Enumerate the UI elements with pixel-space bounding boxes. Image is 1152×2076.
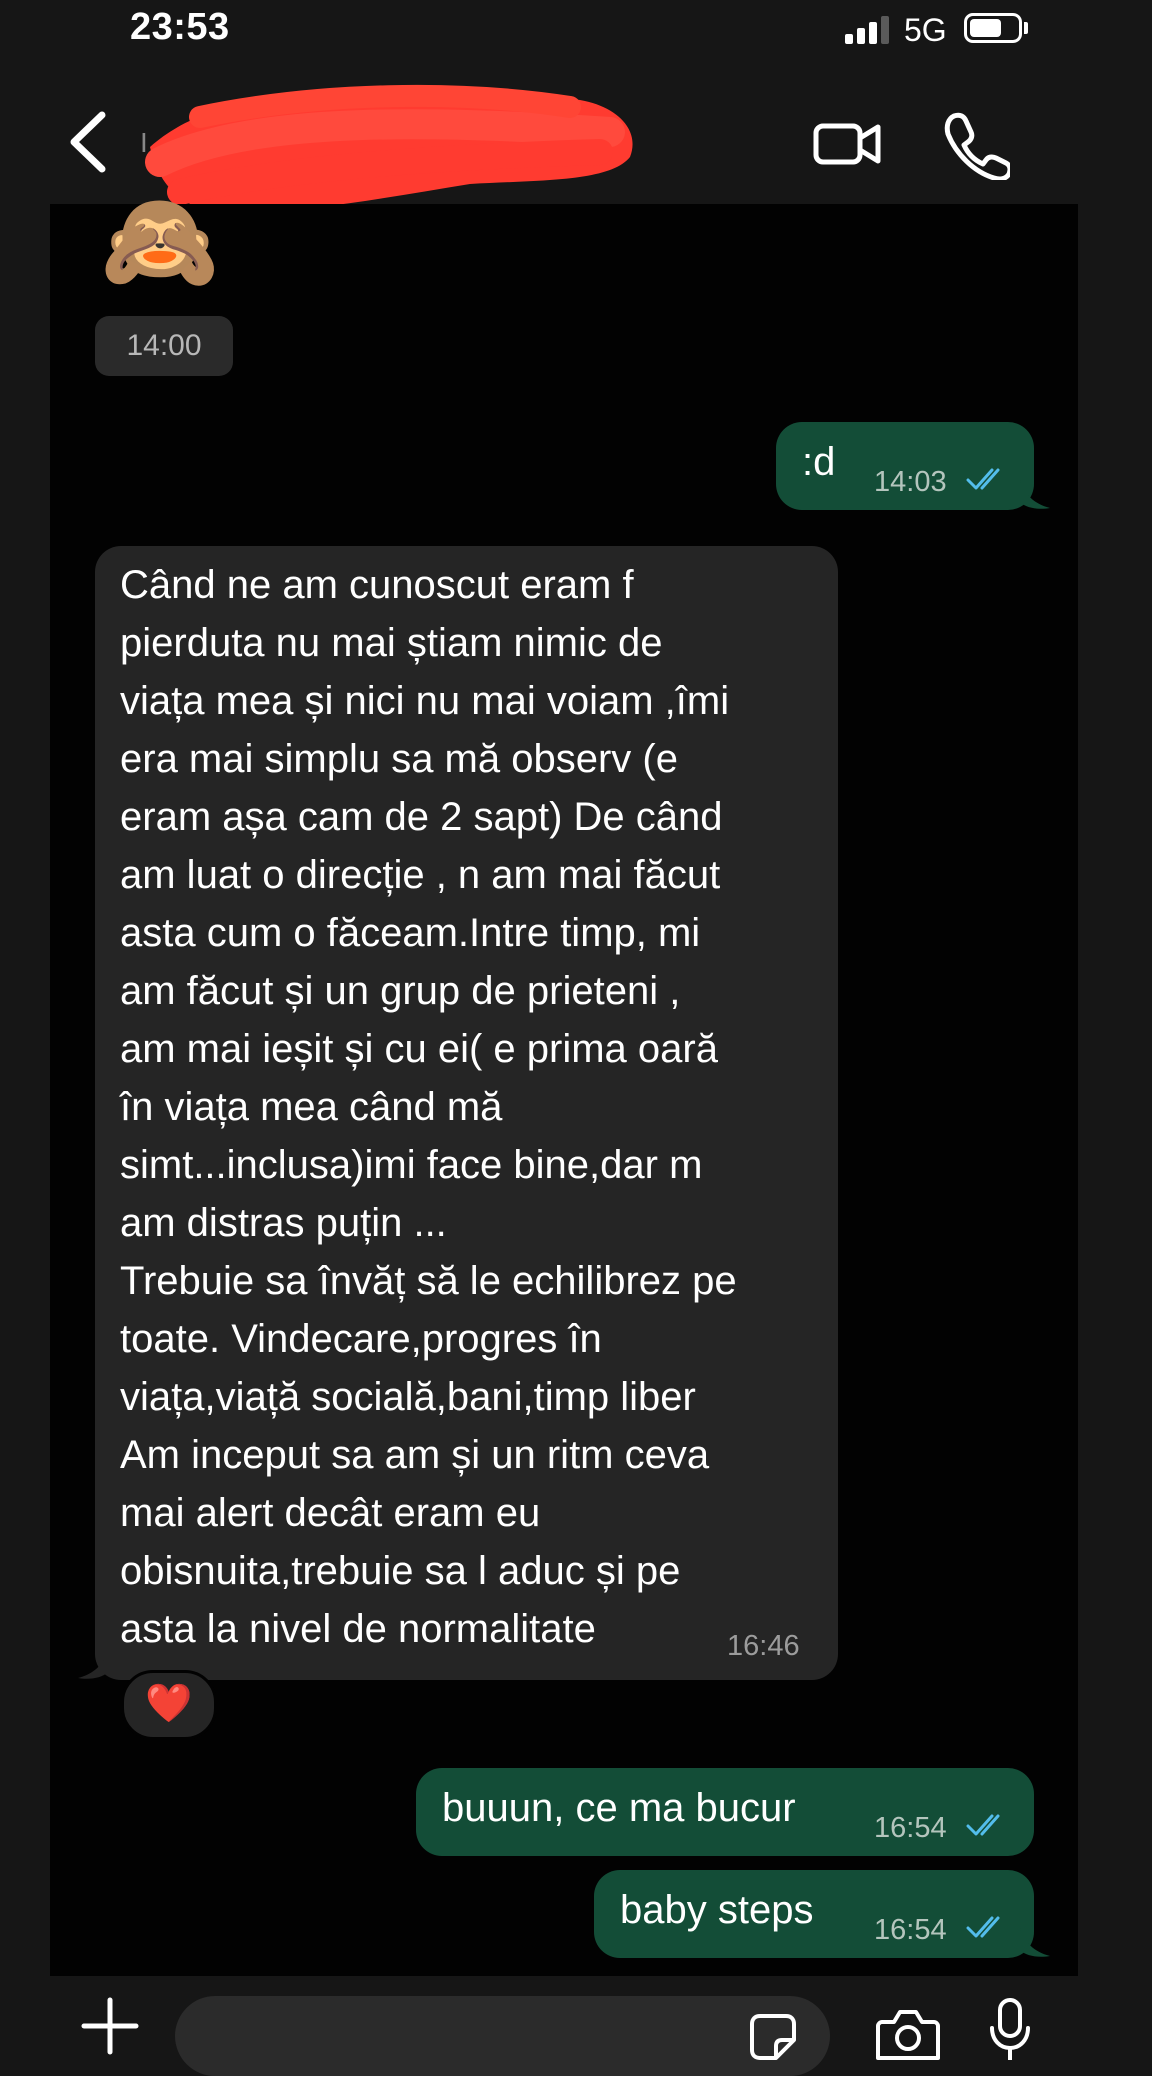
message-input[interactable] [175,1996,830,2076]
microphone-button[interactable] [988,1998,1032,2062]
video-camera-icon [813,123,881,165]
message-text: :d [802,440,836,484]
message-time: 16:54 [874,1914,947,1946]
bubble-tail [1020,480,1050,509]
microphone-icon [990,1998,1030,2060]
read-receipt-icon [966,468,1000,490]
back-button[interactable] [60,107,120,177]
sticker-icon [750,2014,796,2060]
message-text-long: Când ne am cunoscut eram f pierduta nu m… [120,563,737,1651]
heart-reaction[interactable]: ❤️ [121,1670,217,1740]
status-bar: 23:53 5G [0,0,1152,62]
message-bubble-outgoing[interactable]: baby steps 16:54 [594,1870,1034,1958]
read-receipt-icon [966,1916,1000,1938]
video-call-button[interactable] [812,114,884,174]
input-bar [0,1976,1152,2076]
camera-button[interactable] [876,2006,940,2062]
battery-tip [1024,22,1028,34]
network-type: 5G [904,12,947,48]
bubble-tail [78,1650,108,1679]
status-time: 23:53 [130,6,230,48]
read-receipt-icon [966,1814,1000,1836]
monkey-emoji-sticker: 🙈 [100,188,220,295]
message-time: 14:03 [874,466,947,498]
message-bubble-outgoing[interactable]: buuun, ce ma bucur 16:54 [416,1768,1034,1856]
message-bubble-incoming[interactable]: Când ne am cunoscut eram f pierduta nu m… [95,546,838,1680]
chat-header: I [0,62,1152,214]
chevron-left-icon [70,111,106,173]
message-time: 16:46 [727,1630,800,1662]
camera-icon [876,2010,940,2060]
battery-icon [964,13,1022,43]
plus-icon [81,1997,139,2055]
phone-icon [944,112,1013,182]
sticker-timestamp: 14:00 [95,316,233,376]
sticker-button[interactable] [748,2012,798,2062]
chat-area[interactable]: 🙈 14:00 :d 14:03 Când ne am cunoscut era… [50,194,1078,1976]
message-text: buuun, ce ma bucur [442,1786,796,1830]
bubble-tail [1020,1928,1050,1957]
attach-button[interactable] [80,1996,140,2056]
message-time: 16:54 [874,1812,947,1844]
signal-strength-icon [845,14,893,44]
message-bubble-outgoing[interactable]: :d 14:03 [776,422,1034,510]
voice-call-button[interactable] [940,110,1013,182]
message-text: baby steps [620,1888,814,1932]
